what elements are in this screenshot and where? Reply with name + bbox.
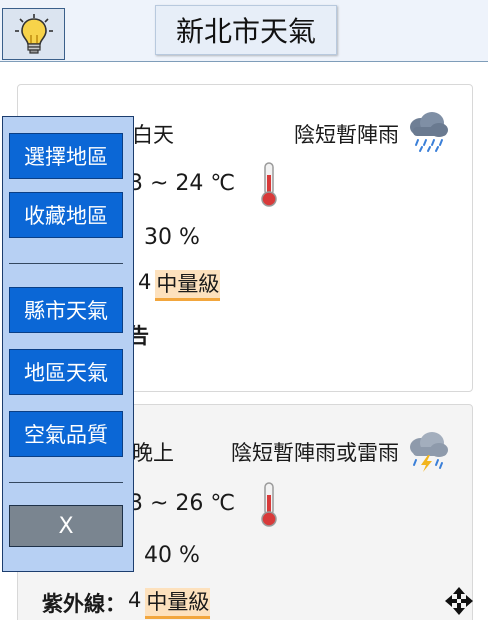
- menu-toggle-button[interactable]: [2, 8, 65, 60]
- close-menu-button[interactable]: X: [9, 505, 123, 547]
- uv-index-value: 4: [138, 270, 152, 294]
- uv-label: 紫外線：: [42, 592, 126, 616]
- menu-item-air-quality[interactable]: 空氣品質: [9, 411, 123, 457]
- menu-item-favorite-regions[interactable]: 收藏地區: [9, 192, 123, 238]
- thunderstorm-cloud-icon: [410, 432, 448, 472]
- temperature-range: 3 ~ 24 ℃: [129, 171, 236, 196]
- page-title: 新北市天氣: [155, 5, 337, 55]
- uv-index-row: 紫外線： 4 中量級: [42, 588, 211, 619]
- menu-divider: [9, 482, 123, 483]
- rain-probability: 40 %: [144, 543, 200, 568]
- move-arrows-icon[interactable]: [444, 586, 474, 616]
- lightbulb-icon: [14, 14, 53, 54]
- uv-index-row: 4 中量級: [138, 270, 221, 301]
- weather-condition: 陰短暫陣雨: [294, 123, 399, 147]
- rain-probability: 30 %: [144, 225, 200, 250]
- menu-item-region-weather[interactable]: 地區天氣: [9, 349, 123, 395]
- menu-divider: [9, 263, 123, 264]
- rain-cloud-icon: [410, 112, 448, 152]
- temperature-range: 3 ~ 26 ℃: [129, 491, 236, 516]
- period-label: 白天: [132, 123, 174, 147]
- app-header: 新北市天氣: [0, 0, 488, 62]
- weather-condition: 陰短暫陣雨或雷雨: [231, 441, 399, 465]
- uv-level-badge: 中量級: [145, 588, 211, 619]
- menu-item-select-region[interactable]: 選擇地區: [9, 133, 123, 179]
- menu-item-county-weather[interactable]: 縣市天氣: [9, 287, 123, 333]
- thermometer-icon: [261, 482, 277, 527]
- side-menu: 選擇地區 收藏地區 縣市天氣 地區天氣 空氣品質 X: [2, 116, 134, 572]
- thermometer-icon: [261, 162, 277, 207]
- period-label: 晚上: [132, 441, 174, 465]
- uv-index-value: 4: [128, 588, 142, 612]
- uv-level-badge: 中量級: [155, 270, 221, 301]
